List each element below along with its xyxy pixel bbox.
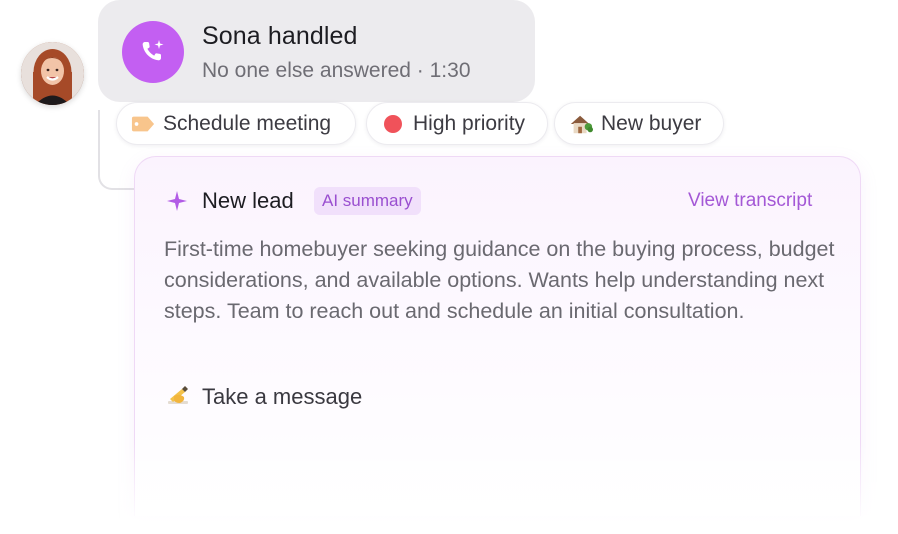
call-activity-view: Sona handled No one else answered · 1:30…	[0, 0, 898, 534]
sparkle-icon	[167, 191, 187, 211]
tag-label: Schedule meeting	[163, 111, 332, 135]
label-tag-icon	[131, 112, 155, 136]
tag-new-buyer[interactable]: New buyer	[554, 102, 724, 145]
ai-summary-badge: AI summary	[314, 187, 421, 215]
house-icon	[569, 112, 593, 136]
call-subtitle: No one else answered · 1:30	[202, 59, 471, 82]
tag-schedule-meeting[interactable]: Schedule meeting	[116, 102, 356, 145]
avatar[interactable]	[21, 42, 84, 105]
call-title: Sona handled	[202, 22, 358, 50]
red-dot-icon	[381, 112, 405, 136]
tag-high-priority[interactable]: High priority	[366, 102, 548, 145]
avatar-photo	[21, 42, 84, 105]
lead-summary-text: First-time homebuyer seeking guidance on…	[164, 237, 835, 323]
tag-label: High priority	[413, 111, 526, 135]
call-summary-bubble[interactable]: Sona handled No one else answered · 1:30	[98, 0, 535, 102]
tag-label: New buyer	[601, 111, 702, 135]
phone-sparkle-icon	[122, 21, 184, 83]
view-transcript-link[interactable]: View transcript	[688, 190, 812, 212]
writing-hand-icon	[168, 386, 188, 404]
take-message-label: Take a message	[202, 384, 363, 409]
lead-title: New lead	[202, 188, 294, 213]
bottom-fade	[120, 440, 880, 534]
